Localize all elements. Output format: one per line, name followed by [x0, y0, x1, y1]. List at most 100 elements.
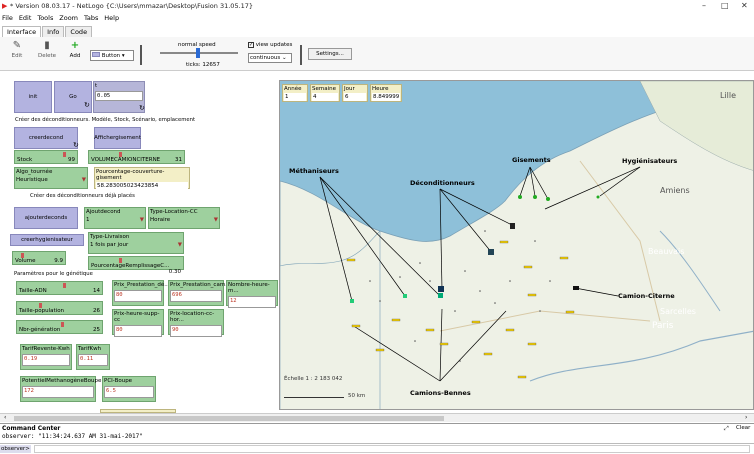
scale-bar-label: 50 km [348, 393, 366, 399]
horizontal-scrollbar[interactable]: ‹ › [0, 413, 754, 422]
menu-bar: File Edit Tools Zoom Tabs Help [0, 14, 754, 25]
label-hygienisateurs: Hygiénisateurs [622, 157, 678, 165]
prix-prestation-dk-input[interactable]: Prix_Prestation_dé... 80 [112, 280, 170, 306]
ajouterdeconds-button[interactable]: ajouterdeconds [14, 207, 78, 229]
scrollbar-thumb[interactable] [14, 416, 444, 421]
tab-code[interactable]: Code [65, 26, 93, 37]
dropdown-arrow-icon: ▼ [139, 217, 144, 223]
nbr-generation-slider[interactable]: Nbr-génération 25 [16, 320, 103, 334]
title-bar: ▶ * Version 08.03.17 - NetLogo {C:\Users… [0, 0, 754, 13]
place-beauvais: Beauvais [648, 247, 685, 256]
label-camion-citerne: Camion-Citerne [618, 292, 675, 300]
type-livraison-chooser[interactable]: Type-Livraison 1 fois par jour ▼ [88, 232, 184, 254]
speed-slider-handle[interactable] [196, 48, 200, 58]
gisement-agents [518, 195, 600, 201]
prix-location-input[interactable]: Prix-location-cc-hor... 90 [168, 309, 224, 337]
slider-handle[interactable] [21, 253, 24, 258]
button-widget-icon [92, 52, 100, 57]
forever-icon: ↻ [139, 104, 145, 112]
command-center-title: Command Center [2, 425, 61, 432]
close-icon[interactable]: ✕ [741, 1, 748, 10]
world-view[interactable]: Année1 Semaine4 Jour6 Heure8.849999 [279, 80, 754, 410]
slider-handle[interactable] [63, 283, 66, 288]
slider-handle[interactable] [39, 303, 42, 308]
place-lille: Lille [720, 91, 737, 100]
scroll-right-icon[interactable]: › [745, 414, 747, 421]
taille-adn-slider[interactable]: Taille-ADN 14 [16, 281, 103, 295]
tab-info[interactable]: Info [42, 26, 65, 37]
menu-edit[interactable]: Edit [19, 14, 32, 22]
view-updates-toggle[interactable]: ✓ view updates [248, 42, 292, 48]
dropdown-arrow-icon: ▼ [213, 217, 218, 223]
command-center: Command Center ⤢ Clear observer: "11:34:… [0, 423, 754, 453]
note-genetique: Paramètres pour le génétique [14, 271, 93, 277]
tab-interface[interactable]: Interface [2, 26, 42, 37]
dropdown-arrow-icon: ▼ [81, 177, 86, 183]
prix-prestation-cam-input[interactable]: Prix_Prestation_cam... 696 [168, 280, 230, 306]
trash-icon: ▮ [44, 40, 50, 51]
widget-type-select[interactable]: Button ▾ [90, 50, 134, 61]
add-button[interactable]: + Add [64, 40, 86, 59]
slider-handle[interactable] [119, 258, 122, 263]
label-gisements: Gisements [512, 156, 551, 164]
menu-tools[interactable]: Tools [37, 14, 53, 22]
tarif-revente-kwh-input[interactable]: TarifRevente-Kwh 0.19 [20, 344, 72, 370]
menu-zoom[interactable]: Zoom [59, 14, 78, 22]
label-camions-bennes: Camions-Bennes [410, 389, 471, 397]
creerdecond-button[interactable]: creerdecond [14, 127, 78, 149]
clear-button[interactable]: Clear [736, 425, 750, 431]
scale-bar [284, 397, 344, 398]
minimize-icon[interactable]: – [702, 1, 706, 10]
place-amiens: Amiens [660, 186, 690, 195]
algo-tournee-chooser[interactable]: Algo_tournée Heuristique ▼ [14, 167, 88, 189]
pci-boupe-input[interactable]: PCI-Boupe 6.5 [102, 376, 156, 402]
plus-icon: + [70, 40, 80, 51]
delete-button[interactable]: ▮ Delete [36, 40, 58, 59]
edit-button[interactable]: ✎ Edit [6, 40, 28, 59]
maximize-icon[interactable]: □ [721, 1, 729, 10]
toolbar: ✎ Edit ▮ Delete + Add Button ▾ normal speed… [0, 37, 754, 71]
slider-handle[interactable] [61, 322, 64, 327]
command-input-row: observer> [0, 443, 754, 454]
t-input[interactable]: t 0.05 [93, 81, 145, 113]
volume-slider[interactable]: Volume 9.9 [12, 251, 66, 265]
scroll-left-icon[interactable]: ‹ [4, 414, 6, 421]
checkbox-icon: ✓ [248, 42, 254, 48]
tarif-kwh-input[interactable]: TarifKwh 0.11 [76, 344, 110, 370]
type-location-cc-chooser[interactable]: Type-Location-CC Horaire ▼ [148, 207, 220, 229]
menu-file[interactable]: File [2, 14, 13, 22]
forever-icon: ↻ [73, 141, 79, 149]
tab-bar: Interface Info Code [2, 26, 93, 37]
slider-handle[interactable] [119, 152, 122, 157]
expand-icon[interactable]: ⤢ [724, 425, 729, 433]
affichergisement-button[interactable]: Affichergisement [94, 127, 141, 149]
place-sarcelles: Sarcelles [660, 307, 696, 316]
update-mode-select[interactable]: continuous ⌄ [248, 53, 292, 63]
place-paris: Paris [652, 321, 674, 331]
init-button[interactable]: init [14, 81, 52, 113]
observer-prompt[interactable]: observer> [0, 445, 31, 453]
command-input[interactable] [34, 445, 750, 453]
potentiel-methanogene-input[interactable]: PotentielMethanogèneBoupe 172 [20, 376, 101, 402]
stock-slider[interactable]: Stock 99 [14, 150, 78, 164]
camion-citerne-agent [573, 286, 579, 290]
ajoutdecond-chooser[interactable]: Ajoutdecond 1 ▼ [84, 207, 146, 229]
command-output: observer: "11:34:24.637 AM 31-mai-2017" [2, 433, 143, 440]
label-methaniseurs: Méthaniseurs [289, 167, 339, 175]
taille-population-slider[interactable]: Taille-population 26 [16, 301, 103, 315]
pencil-icon: ✎ [12, 40, 22, 51]
menu-help[interactable]: Help [104, 14, 119, 22]
settings-button[interactable]: Settings... [308, 48, 352, 60]
creerhygienisateur-button[interactable]: creerhygienisateur [10, 234, 84, 246]
prix-heure-supp-input[interactable]: Prix-heure-supp-cc 80 [112, 309, 164, 337]
small-dots [369, 230, 551, 362]
slider-handle[interactable] [63, 152, 66, 157]
pourcentage-remplissage-slider[interactable]: PourcentageRemplissageC... 0.30 [88, 256, 184, 275]
netlogo-logo-icon: ▶ [2, 2, 8, 10]
volumecamionciterne-slider[interactable]: VOLUMECAMIONCITERNE 31 [88, 150, 185, 164]
divider [140, 45, 142, 65]
menu-tabs[interactable]: Tabs [84, 14, 98, 22]
methaniseur-agents [350, 293, 443, 303]
nombre-heure-input[interactable]: Nombre-heure-m... 12 [226, 280, 278, 308]
dropdown-arrow-icon: ▼ [177, 242, 182, 248]
